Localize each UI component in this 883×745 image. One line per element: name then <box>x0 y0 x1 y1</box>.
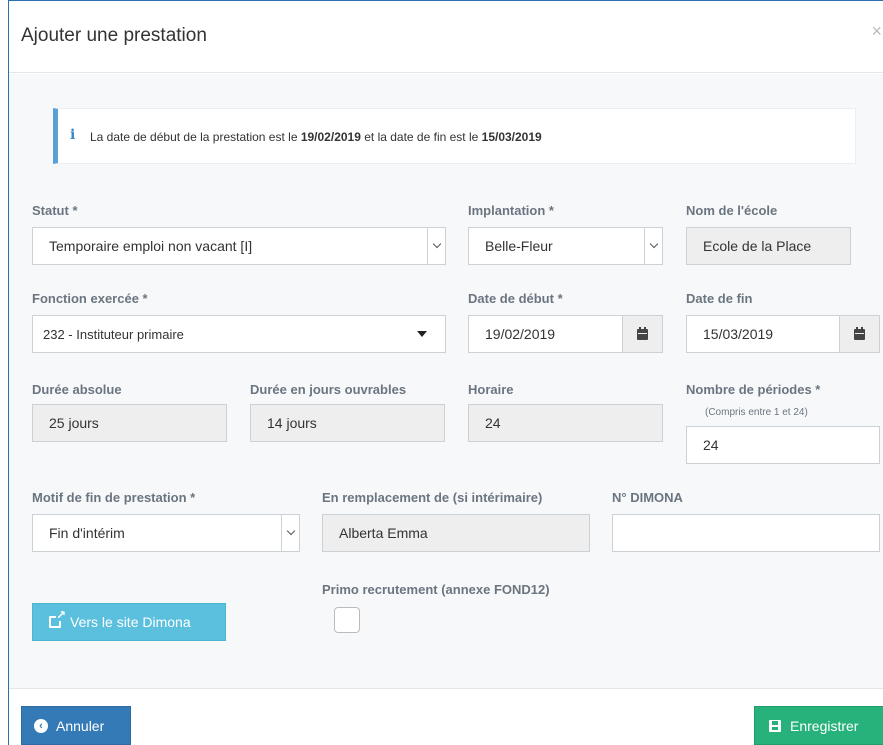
nombre-periodes-hint: (Compris entre 1 et 24) <box>705 407 808 418</box>
dimona-site-label: Vers le site Dimona <box>70 614 191 630</box>
nombre-periodes-input[interactable]: 24 <box>686 426 880 464</box>
floppy-disk-icon <box>769 719 781 732</box>
nombre-periodes-label: Nombre de périodes * <box>686 382 821 397</box>
remplacement-field: Alberta Emma <box>322 514 590 552</box>
horaire-field: 24 <box>468 404 663 442</box>
date-debut-label: Date de début * <box>468 291 563 306</box>
duree-absolue-label: Durée absolue <box>32 382 122 397</box>
primo-checkbox[interactable] <box>334 607 360 633</box>
modal-footer: ‹ Annuler Enregistrer <box>9 688 883 745</box>
modal-title: Ajouter une prestation <box>21 25 207 46</box>
duree-ouvrables-label: Durée en jours ouvrables <box>250 382 407 397</box>
duree-absolue-field: 25 jours <box>32 404 227 442</box>
duree-ouvrables-field: 14 jours <box>250 404 445 442</box>
external-link-icon <box>49 609 66 628</box>
info-alert: i La date de début de la prestation est … <box>53 108 856 164</box>
nom-ecole-label: Nom de l'école <box>686 203 778 218</box>
arrow-left-circle-icon: ‹ <box>34 718 48 733</box>
chevron-down-icon <box>281 515 299 551</box>
statut-select[interactable]: Temporaire emploi non vacant [I] <box>32 227 446 265</box>
implantation-select[interactable]: Belle-Fleur <box>468 227 663 265</box>
caret-down-icon <box>417 331 427 337</box>
chevron-down-icon <box>644 228 662 264</box>
nom-ecole-field: Ecole de la Place <box>686 227 851 265</box>
modal-body: i La date de début de la prestation est … <box>9 74 883 688</box>
primo-label: Primo recrutement (annexe FOND12) <box>322 582 550 597</box>
date-debut-input[interactable]: 19/02/2019 <box>468 315 663 353</box>
chevron-down-icon <box>427 228 445 264</box>
date-fin-input[interactable]: 15/03/2019 <box>686 315 880 353</box>
date-fin-calendar-button[interactable] <box>839 316 879 352</box>
calendar-icon <box>854 326 865 340</box>
horaire-label: Horaire <box>468 382 514 397</box>
alert-message: La date de début de la prestation est le… <box>90 130 542 144</box>
info-icon: i <box>70 127 76 143</box>
fonction-label: Fonction exercée * <box>32 291 148 306</box>
close-icon[interactable]: × <box>871 21 882 42</box>
calendar-icon <box>637 326 648 340</box>
date-debut-calendar-button[interactable] <box>622 316 662 352</box>
implantation-label: Implantation * <box>468 203 554 218</box>
save-label: Enregistrer <box>790 717 859 734</box>
add-prestation-modal: Ajouter une prestation × i La date de dé… <box>8 0 883 745</box>
dimona-label: N° DIMONA <box>612 490 683 505</box>
dimona-site-button[interactable]: Vers le site Dimona <box>32 603 226 641</box>
dimona-input[interactable] <box>612 514 880 552</box>
motif-fin-select[interactable]: Fin d'intérim <box>32 514 300 552</box>
save-button[interactable]: Enregistrer <box>754 706 883 745</box>
remplacement-label: En remplacement de (si intérimaire) <box>322 490 543 505</box>
date-fin-label: Date de fin <box>686 291 753 306</box>
fonction-select[interactable]: 232 - Instituteur primaire <box>32 315 446 353</box>
motif-fin-label: Motif de fin de prestation * <box>32 490 196 505</box>
cancel-button[interactable]: ‹ Annuler <box>21 706 131 745</box>
cancel-label: Annuler <box>56 717 105 734</box>
alert-start-date: 19/02/2019 <box>300 130 361 144</box>
modal-header: Ajouter une prestation × <box>9 1 883 73</box>
alert-end-date: 15/03/2019 <box>481 130 542 144</box>
statut-label: Statut * <box>32 203 78 218</box>
